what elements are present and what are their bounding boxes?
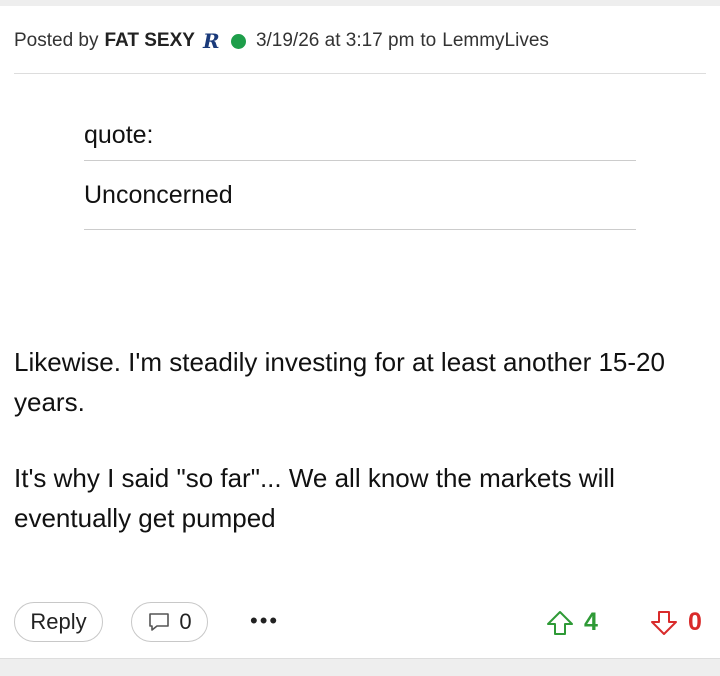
post-paragraph: It's why I said "so far"... We all know … <box>14 463 615 533</box>
svg-text:R: R <box>202 30 220 52</box>
quote-block: quote: Unconcerned <box>84 110 636 230</box>
reply-button[interactable]: Reply <box>14 602 103 642</box>
post-paragraph: Likewise. I'm steadily investing for at … <box>14 347 665 417</box>
quote-bottom-rule <box>84 229 636 230</box>
down-arrow-icon <box>651 610 677 635</box>
posted-by-label: Posted by <box>14 30 99 51</box>
up-arrow-icon <box>547 610 573 635</box>
to-label: to <box>420 30 437 51</box>
post-timestamp: 3/19/26 at 3:17 pm <box>255 30 415 51</box>
recipient-name[interactable]: LemmyLives <box>442 30 549 52</box>
more-options-button[interactable]: ••• <box>250 608 279 634</box>
speech-bubble-icon <box>149 613 170 631</box>
downvote-count: 0 <box>688 608 702 636</box>
downvote-button[interactable]: 0 <box>650 608 702 637</box>
top-divider-strip <box>0 0 720 6</box>
team-logo-icon: R <box>202 30 220 52</box>
post-header: Posted by FAT SEXY R 3/19/26 at 3:17 pm … <box>14 28 549 54</box>
bottom-divider-strip <box>0 658 720 676</box>
comment-count: 0 <box>179 609 192 634</box>
upvote-count: 4 <box>584 608 598 636</box>
comment-count-button[interactable]: 0 <box>131 602 208 642</box>
quote-label: quote: <box>84 121 154 149</box>
post-body: Likewise. I'm steadily investing for at … <box>14 342 706 538</box>
online-status-dot <box>230 33 246 49</box>
header-divider <box>14 73 706 74</box>
author-name[interactable]: FAT SEXY <box>105 30 195 52</box>
quote-text: Unconcerned <box>84 181 233 209</box>
upvote-button[interactable]: 4 <box>546 608 598 637</box>
post-actions: Reply 0 ••• 4 0 <box>0 602 720 644</box>
